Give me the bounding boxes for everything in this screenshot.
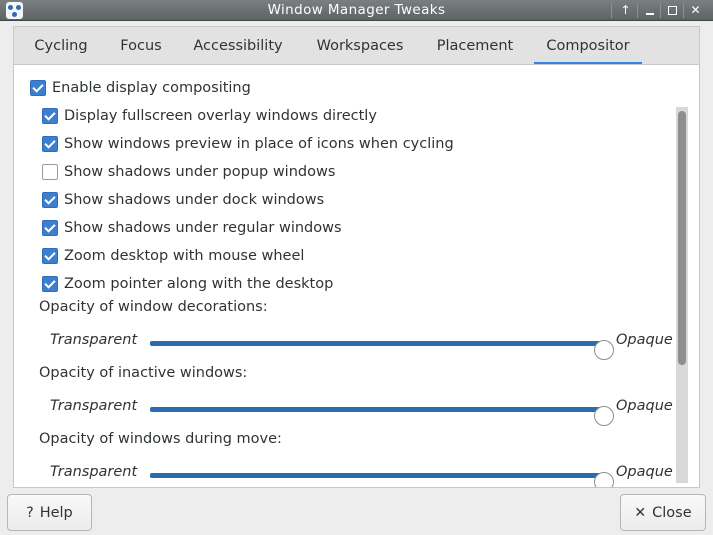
move-opacity-label: Opacity of windows during move: [39,431,282,447]
inactive-opacity-label: Opacity of inactive windows: [39,365,248,381]
slider-track[interactable] [150,472,614,487]
close-icon: ✕ [634,504,647,521]
option-popup-shadows[interactable]: Show shadows under popup windows [42,161,335,183]
vertical-scrollbar[interactable] [676,107,688,483]
slider-fill [150,473,604,478]
close-button[interactable]: ✕ Close [620,494,706,531]
checkbox-label: Zoom pointer along with the desktop [64,276,334,292]
checkbox-label: Show windows preview in place of icons w… [64,136,454,152]
close-window-button[interactable]: ✕ [685,2,706,19]
slider-max-label: Opaque [616,464,673,480]
scrollbar-thumb[interactable] [678,111,686,365]
slider-track[interactable] [150,340,614,360]
help-icon: ? [26,504,34,521]
checkbox-indicator[interactable] [42,164,58,180]
checkbox-indicator[interactable] [42,220,58,236]
slider-handle[interactable] [594,340,614,360]
help-label: Help [39,504,73,521]
tab-compositor[interactable]: Compositor [534,27,642,65]
window-title: Window Manager Tweaks [267,2,446,18]
option-zoom-pointer[interactable]: Zoom pointer along with the desktop [42,273,333,295]
slider-max-label: Opaque [616,398,673,414]
decorations-opacity-slider[interactable]: Transparent Opaque [50,332,680,360]
move-opacity-slider[interactable]: Transparent Opaque [50,464,680,487]
slider-min-label: Transparent [50,464,138,480]
checkbox-label: Display fullscreen overlay windows direc… [64,108,377,124]
tab-accessibility[interactable]: Accessibility [182,27,294,65]
checkbox-indicator[interactable] [42,192,58,208]
slider-fill [150,407,604,412]
title-bar: Window Manager Tweaks ↑ ✕ [0,0,713,21]
slider-min-label: Transparent [50,398,138,414]
option-zoom-desktop[interactable]: Zoom desktop with mouse wheel [42,245,304,267]
compositor-page: Enable display compositing Display fulls… [13,64,700,488]
help-button[interactable]: ? Help [7,494,92,531]
checkbox-indicator[interactable] [42,276,58,292]
inactive-opacity-slider[interactable]: Transparent Opaque [50,398,680,426]
slider-fill [150,341,604,346]
decorations-opacity-label: Opacity of window decorations: [39,299,268,315]
slider-track[interactable] [150,406,614,426]
close-label: Close [652,504,692,521]
tab-cycling[interactable]: Cycling [22,27,100,65]
checkbox-label: Enable display compositing [52,80,251,96]
option-fullscreen-overlay[interactable]: Display fullscreen overlay windows direc… [42,105,377,127]
enable-compositing-checkbox[interactable]: Enable display compositing [30,77,251,99]
option-windows-preview[interactable]: Show windows preview in place of icons w… [42,133,454,155]
tab-workspaces[interactable]: Workspaces [306,27,414,65]
checkbox-label: Show shadows under regular windows [64,220,342,236]
settings-notebook: Cycling Focus Accessibility Workspaces P… [13,26,700,488]
option-dock-shadows[interactable]: Show shadows under dock windows [42,189,324,211]
checkbox-label: Zoom desktop with mouse wheel [64,248,305,264]
slider-min-label: Transparent [50,332,138,348]
slider-max-label: Opaque [616,332,673,348]
minimize-button[interactable] [639,2,660,19]
checkbox-label: Show shadows under popup windows [64,164,336,180]
checkbox-indicator[interactable] [42,108,58,124]
option-regular-shadows[interactable]: Show shadows under regular windows [42,217,342,239]
tab-strip: Cycling Focus Accessibility Workspaces P… [13,26,700,65]
checkbox-label: Show shadows under dock windows [64,192,325,208]
checkbox-indicator[interactable] [42,248,58,264]
slider-handle[interactable] [594,406,614,426]
checkbox-indicator[interactable] [30,80,46,96]
tab-focus[interactable]: Focus [110,27,172,65]
tab-placement[interactable]: Placement [426,27,524,65]
maximize-button[interactable] [662,2,683,19]
arrow-up-icon[interactable]: ↑ [615,2,636,19]
checkbox-indicator[interactable] [42,136,58,152]
slider-handle[interactable] [594,472,614,487]
